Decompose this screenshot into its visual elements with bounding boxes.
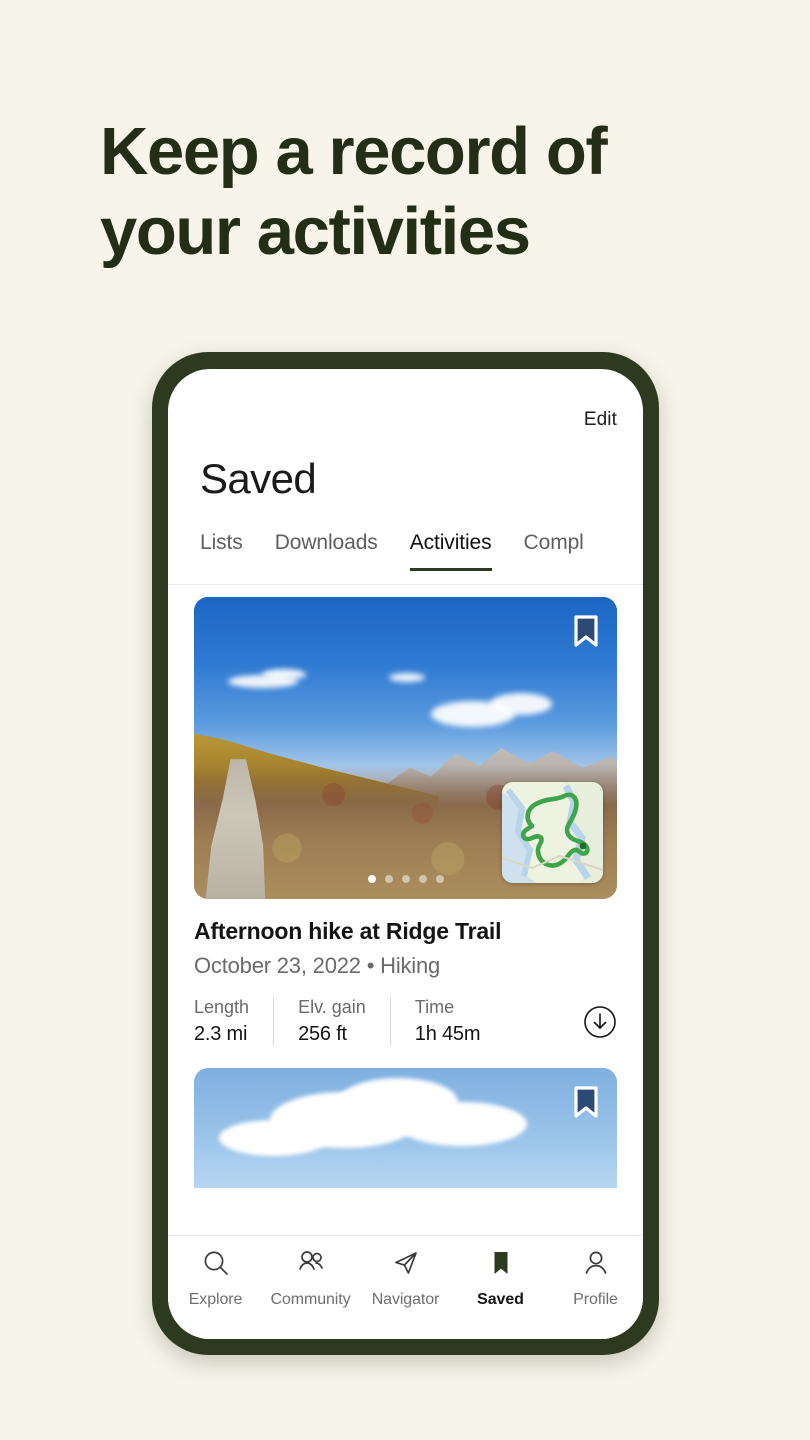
stat-value: 256 ft — [298, 1023, 347, 1045]
stat-label: Length — [194, 997, 250, 1017]
cloud-shape — [490, 693, 553, 715]
carousel-dot[interactable] — [367, 875, 376, 883]
stat-time: Time 1h 45m — [389, 997, 505, 1046]
nav-label: Explore — [188, 1291, 243, 1308]
nav-label: Profile — [573, 1291, 618, 1308]
cloud-shape — [261, 669, 306, 680]
headline-line-1: Keep a record of — [100, 114, 608, 189]
activity-feed[interactable]: Afternoon hike at Ridge Trail October 23… — [168, 585, 643, 1339]
download-circle-icon[interactable] — [583, 1005, 617, 1039]
nav-item-explore[interactable]: Explore — [168, 1248, 263, 1309]
cloud-shape — [219, 1120, 330, 1156]
activity-card[interactable]: Afternoon hike at Ridge Trail October 23… — [168, 585, 643, 1046]
stat-label: Elv. gain — [298, 997, 366, 1017]
cloud-shape — [397, 1102, 528, 1146]
route-map-thumbnail[interactable] — [502, 782, 603, 883]
activity-photo[interactable] — [194, 597, 617, 899]
tab-bar: Lists Downloads Activities Compl — [168, 531, 643, 585]
search-icon — [201, 1248, 231, 1283]
stat-length: Length 2.3 mi — [194, 997, 273, 1046]
tab-completed[interactable]: Compl — [524, 531, 584, 571]
carousel-dot[interactable] — [418, 875, 427, 883]
nav-label: Saved — [477, 1291, 524, 1308]
page-title: Saved — [200, 455, 317, 502]
activity-title: Afternoon hike at Ridge Trail — [194, 918, 502, 944]
carousel-dot[interactable] — [435, 875, 444, 883]
phone-mockup: Edit Saved Lists Downloads Activities Co… — [152, 352, 659, 1355]
page-headline: Keep a record of your activities — [100, 112, 720, 273]
nav-item-saved[interactable]: Saved — [453, 1248, 548, 1309]
activity-stats: Length 2.3 mi Elv. gain 256 ft Time 1h 4… — [194, 997, 617, 1046]
bottom-navigation: Explore Community Navigator Saved Profil… — [168, 1235, 643, 1339]
tab-downloads[interactable]: Downloads — [275, 531, 378, 571]
person-icon — [581, 1248, 611, 1283]
edit-button[interactable]: Edit — [584, 409, 617, 431]
carousel-dot[interactable] — [401, 875, 410, 883]
people-icon — [296, 1248, 326, 1283]
stat-value: 2.3 mi — [194, 1023, 248, 1045]
paper-plane-icon — [391, 1248, 421, 1283]
nav-item-navigator[interactable]: Navigator — [358, 1248, 453, 1309]
stat-value: 1h 45m — [414, 1023, 481, 1045]
carousel-dots[interactable] — [194, 875, 617, 883]
activity-photo[interactable] — [194, 1068, 617, 1188]
activity-card[interactable] — [168, 1046, 643, 1188]
bookmark-filled-icon — [486, 1248, 516, 1283]
cloud-shape — [388, 673, 425, 682]
tab-activities[interactable]: Activities — [409, 531, 492, 571]
carousel-dot[interactable] — [384, 875, 393, 883]
nav-item-community[interactable]: Community — [263, 1248, 358, 1309]
bookmark-icon[interactable] — [573, 1085, 599, 1119]
nav-item-profile[interactable]: Profile — [548, 1248, 643, 1309]
phone-screen: Edit Saved Lists Downloads Activities Co… — [168, 369, 643, 1339]
activity-subtitle: October 23, 2022 • Hiking — [194, 953, 441, 978]
bookmark-icon[interactable] — [573, 614, 599, 648]
stat-label: Time — [414, 997, 455, 1017]
nav-label: Community — [270, 1291, 351, 1308]
tab-lists[interactable]: Lists — [200, 531, 243, 571]
headline-line-2: your activities — [100, 194, 531, 270]
nav-label: Navigator — [371, 1291, 440, 1308]
stat-elevation-gain: Elv. gain 256 ft — [273, 997, 390, 1046]
